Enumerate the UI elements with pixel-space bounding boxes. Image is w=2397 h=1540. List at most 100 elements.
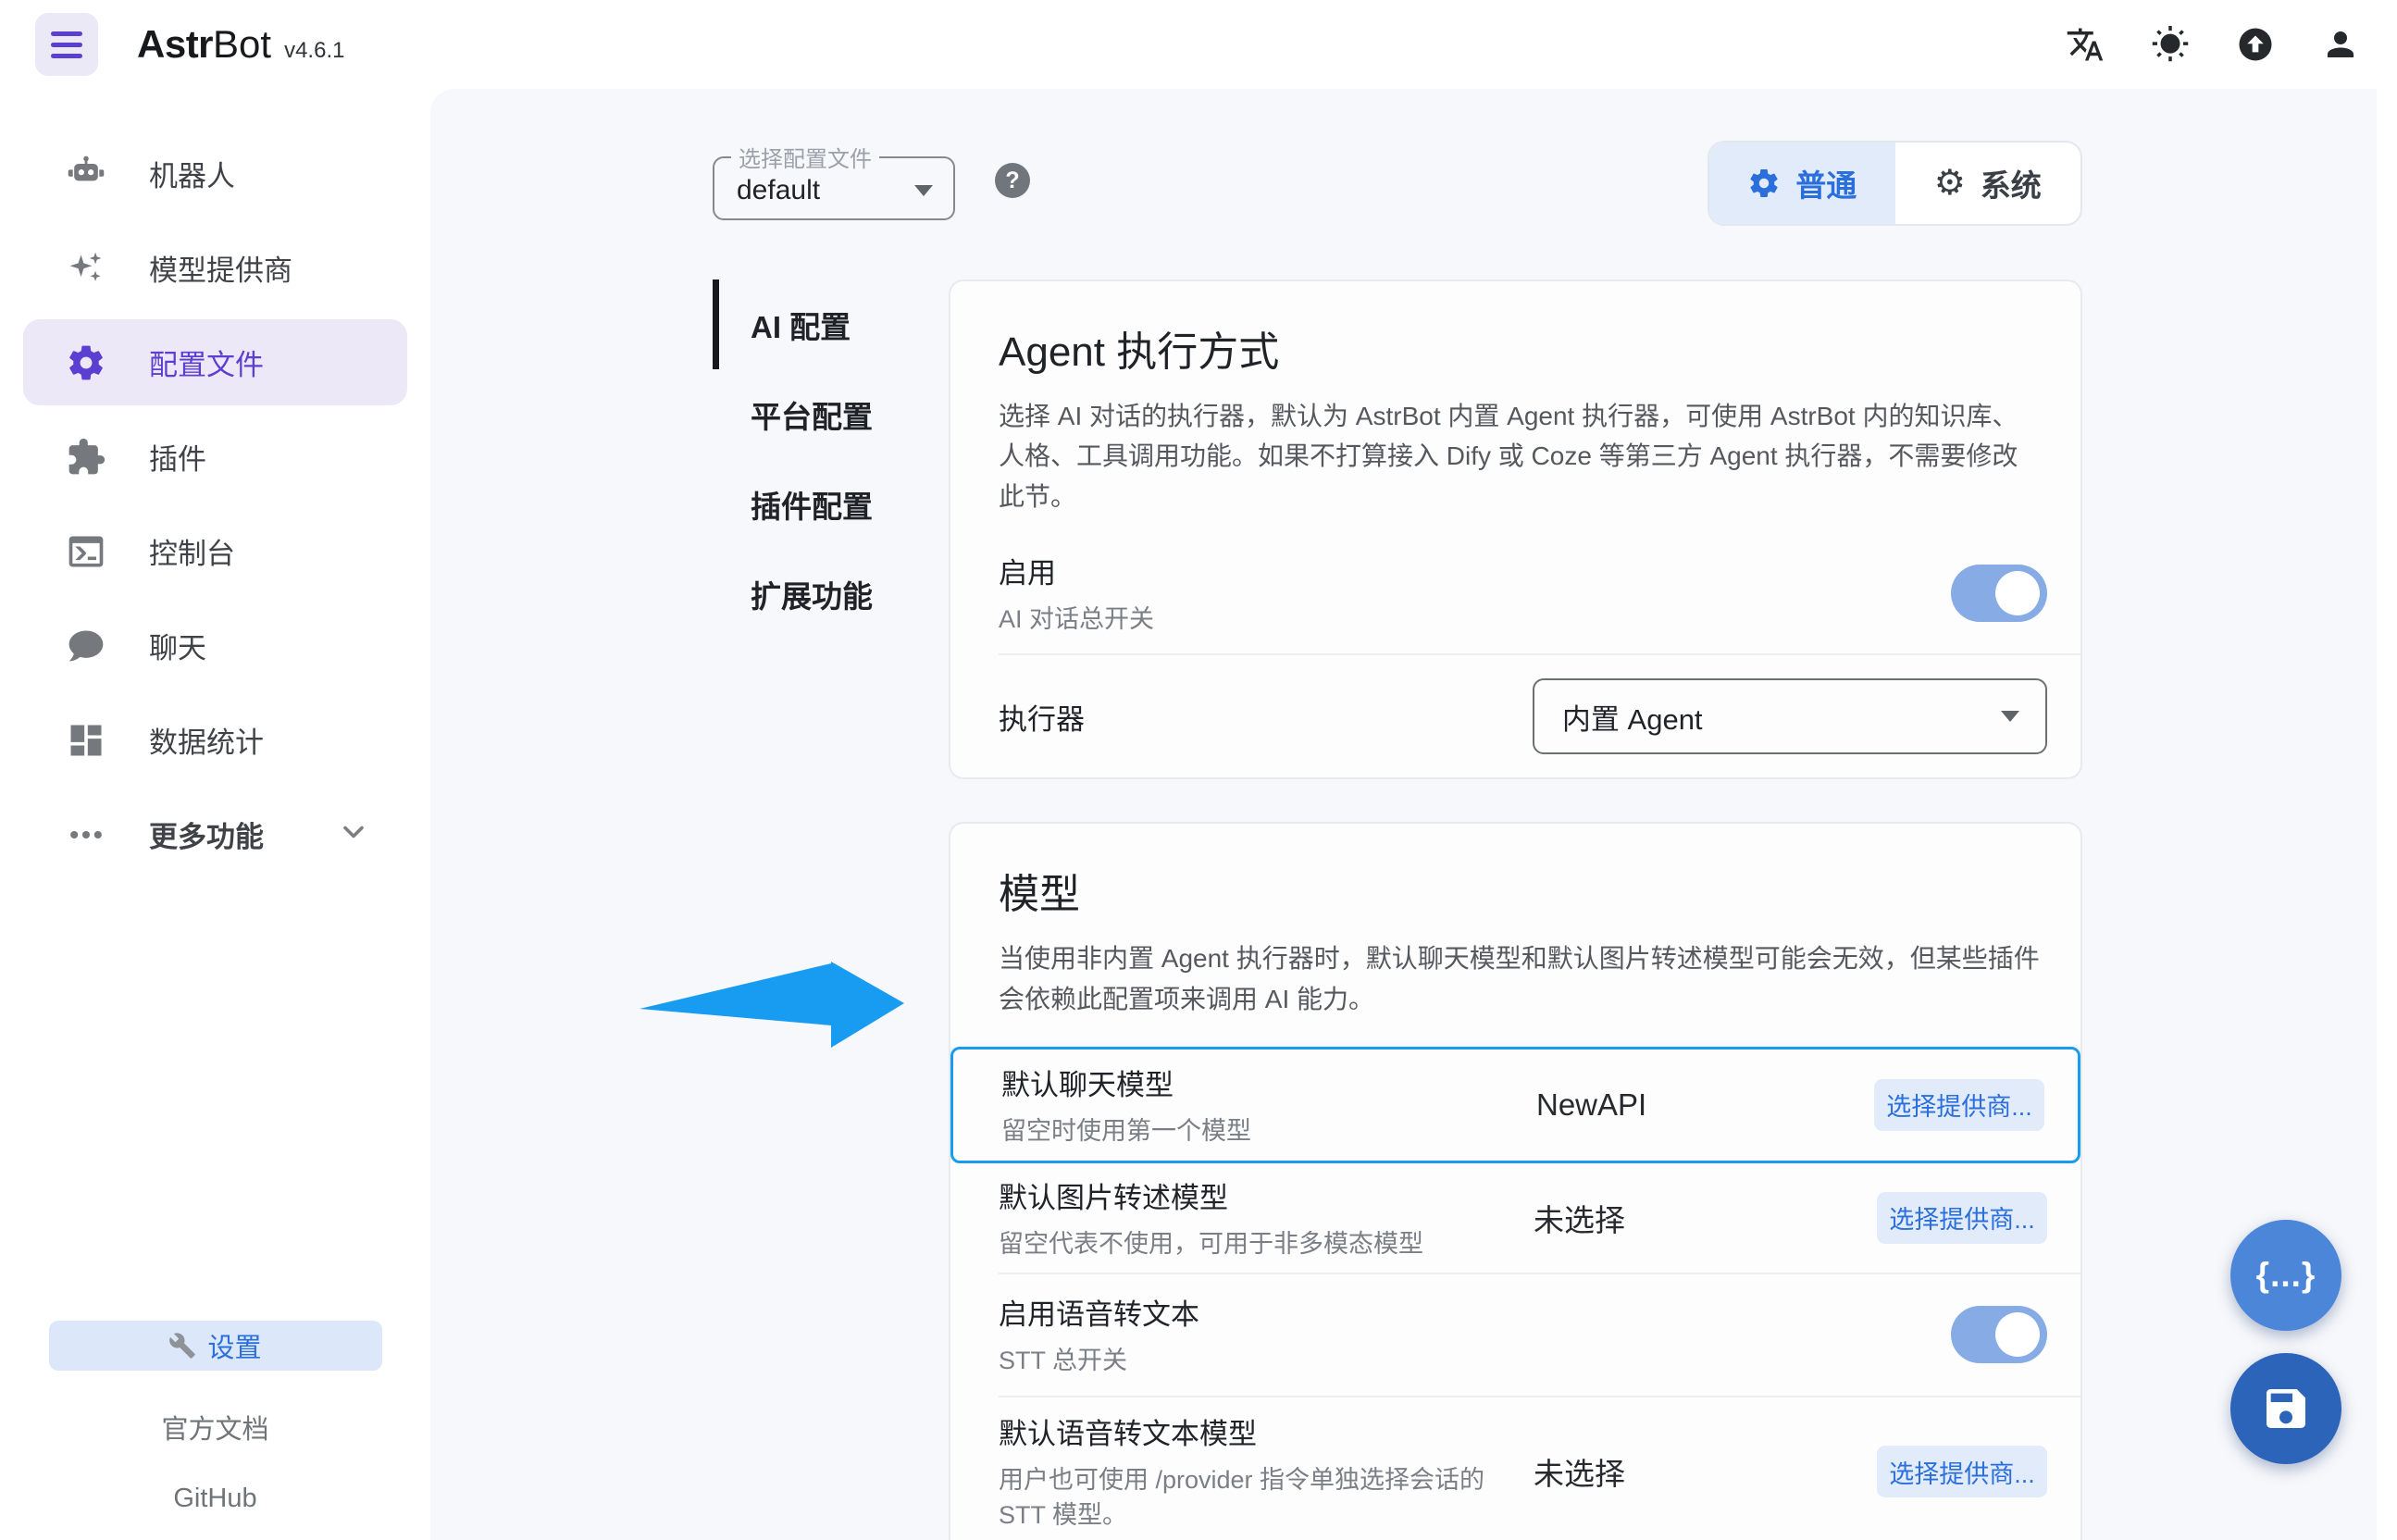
card-description: 当使用非内置 Agent 执行器时，默认聊天模型和默认图片转述模型可能会无效，但… <box>999 938 2040 1019</box>
sidebar-item-statistics[interactable]: 数据统计 <box>23 697 407 783</box>
annotation-arrow <box>637 959 907 1057</box>
select-provider-button[interactable]: 选择提供商... <box>1874 1079 2044 1131</box>
dashboard-icon <box>64 720 108 761</box>
setting-sublabel: STT 总开关 <box>999 1344 1534 1379</box>
executor-select[interactable]: 内置 Agent <box>1533 678 2047 754</box>
setting-label: 启用语音转文本 <box>999 1291 1534 1333</box>
executor-select-value: 内置 Agent <box>1562 696 1703 738</box>
sidebar-item-label: 模型提供商 <box>149 247 292 289</box>
brand-name-light: Bot <box>213 22 271 67</box>
tab-normal[interactable]: 普通 <box>1709 143 1895 224</box>
config-mode-tabs: 普通 ⚙ 系统 <box>1708 141 2082 226</box>
theme-icon[interactable] <box>2149 23 2192 66</box>
app-header: Astr Bot v4.6.1 <box>0 0 2397 89</box>
wrench-icon <box>168 1332 196 1360</box>
setting-row-enable-stt: 启用语音转文本 STT 总开关 <box>950 1274 2080 1396</box>
select-provider-button[interactable]: 选择提供商... <box>1877 1446 2047 1497</box>
model-card: 模型 当使用非内置 Agent 执行器时，默认聊天模型和默认图片转述模型可能会无… <box>949 822 2082 1540</box>
stt-toggle[interactable] <box>1951 1306 2047 1363</box>
docs-link[interactable]: 官方文档 <box>0 1408 430 1447</box>
setting-row-image-caption-model: 默认图片转述模型 留空代表不使用，可用于非多模态模型 未选择 选择提供商... <box>950 1163 2080 1273</box>
setting-sublabel: AI 对话总开关 <box>999 602 1534 638</box>
chat-icon <box>64 626 108 666</box>
puzzle-icon <box>64 437 108 478</box>
robot-icon <box>64 154 108 194</box>
setting-label: 执行器 <box>999 696 1533 738</box>
agent-execution-card: Agent 执行方式 选择 AI 对话的执行器，默认为 AstrBot 内置 A… <box>949 279 2082 779</box>
sidebar-item-label: 配置文件 <box>149 342 264 383</box>
settings-button-label: 设置 <box>207 1326 261 1365</box>
config-cards: Agent 执行方式 选择 AI 对话的执行器，默认为 AstrBot 内置 A… <box>949 279 2082 1540</box>
setting-sublabel: 用户也可使用 /provider 指令单独选择会话的 STT 模型。 <box>999 1463 1534 1534</box>
selected-provider-value: NewAPI <box>1536 1087 1874 1123</box>
translate-icon[interactable] <box>2064 23 2106 66</box>
main-content: 选择配置文件 default ? 普通 ⚙ 系统 AI 配置 平台配置 插件配置… <box>430 89 2377 1540</box>
edit-json-fab[interactable]: {...} <box>2230 1220 2341 1331</box>
selected-provider-value: 未选择 <box>1534 1449 1877 1494</box>
update-icon[interactable] <box>2234 23 2277 66</box>
sidebar-item-label: 机器人 <box>149 153 235 194</box>
settings-button[interactable]: 设置 <box>49 1321 382 1371</box>
tab-system-label: 系统 <box>1981 161 2042 205</box>
section-tab-extension[interactable]: 扩展功能 <box>713 549 949 639</box>
sidebar-item-providers[interactable]: 模型提供商 <box>23 225 407 311</box>
selected-provider-value: 未选择 <box>1534 1196 1877 1240</box>
caret-down-icon <box>914 185 933 196</box>
sidebar-footer: 设置 官方文档 GitHub <box>0 1321 430 1514</box>
gear-icon <box>1747 167 1781 200</box>
sidebar-item-label: 控制台 <box>149 530 235 572</box>
section-nav: AI 配置 平台配置 插件配置 扩展功能 <box>713 279 949 639</box>
menu-button[interactable] <box>35 13 98 76</box>
sidebar-item-more[interactable]: 更多功能 <box>23 791 407 877</box>
section-tab-platform[interactable]: 平台配置 <box>713 369 949 459</box>
profile-select-value: default <box>737 175 820 206</box>
setting-sublabel: 留空代表不使用，可用于非多模态模型 <box>999 1227 1534 1262</box>
sparkles-icon <box>64 248 108 289</box>
sidebar-item-console[interactable]: 控制台 <box>23 508 407 594</box>
sidebar-item-chat[interactable]: 聊天 <box>23 602 407 689</box>
sidebar-item-label: 数据统计 <box>149 719 264 761</box>
caret-down-icon <box>2001 711 2019 722</box>
setting-sublabel: 留空时使用第一个模型 <box>1001 1114 1536 1149</box>
profile-select[interactable]: 选择配置文件 default <box>713 141 955 220</box>
select-provider-button[interactable]: 选择提供商... <box>1877 1192 2047 1244</box>
sidebar-item-config[interactable]: 配置文件 <box>23 319 407 405</box>
gear-icon <box>64 342 108 383</box>
code-icon: {...} <box>2256 1256 2316 1295</box>
enable-ai-toggle[interactable] <box>1951 565 2047 622</box>
section-tab-plugin[interactable]: 插件配置 <box>713 459 949 549</box>
save-fab[interactable] <box>2230 1353 2341 1464</box>
card-description: 选择 AI 对话的执行器，默认为 AstrBot 内置 Agent 执行器，可使… <box>999 396 2040 516</box>
setting-row-executor: 执行器 内置 Agent <box>950 655 2080 777</box>
chevron-down-icon <box>337 815 370 853</box>
console-icon <box>64 531 108 572</box>
setting-row-enable-ai: 启用 AI 对话总开关 <box>950 526 2080 653</box>
version-label: v4.6.1 <box>284 38 344 64</box>
gear-icon: ⚙ <box>1934 166 1966 201</box>
setting-label: 启用 <box>999 550 1534 591</box>
sidebar-nav: 机器人 模型提供商 配置文件 插件 <box>0 89 430 877</box>
sidebar-item-robots[interactable]: 机器人 <box>23 130 407 217</box>
sidebar-item-label: 更多功能 <box>149 813 264 855</box>
dots-icon <box>64 814 108 855</box>
sidebar-item-label: 聊天 <box>149 625 206 666</box>
setting-row-stt-model: 默认语音转文本模型 用户也可使用 /provider 指令单独选择会话的 STT… <box>950 1397 2080 1540</box>
setting-row-default-chat-model: 默认聊天模型 留空时使用第一个模型 NewAPI 选择提供商... <box>950 1047 2080 1163</box>
hamburger-icon <box>51 31 82 36</box>
tab-system[interactable]: ⚙ 系统 <box>1895 143 2081 224</box>
profile-select-label: 选择配置文件 <box>731 141 879 173</box>
help-icon[interactable]: ? <box>995 163 1030 198</box>
account-icon[interactable] <box>2319 23 2362 66</box>
setting-label: 默认图片转述模型 <box>999 1174 1534 1216</box>
sidebar-item-plugins[interactable]: 插件 <box>23 414 407 500</box>
sidebar: 机器人 模型提供商 配置文件 插件 <box>0 89 430 1540</box>
app-logo: Astr Bot v4.6.1 <box>137 22 344 67</box>
tab-normal-label: 普通 <box>1795 161 1857 205</box>
save-icon <box>2260 1383 2312 1434</box>
section-tab-ai[interactable]: AI 配置 <box>713 279 949 369</box>
card-title: 模型 <box>999 861 2047 920</box>
github-link[interactable]: GitHub <box>0 1484 430 1514</box>
setting-label: 默认语音转文本模型 <box>999 1410 1534 1452</box>
brand-name-bold: Astr <box>137 22 213 67</box>
astrbot-dashboard: Astr Bot v4.6.1 机器人 <box>0 0 2397 1540</box>
